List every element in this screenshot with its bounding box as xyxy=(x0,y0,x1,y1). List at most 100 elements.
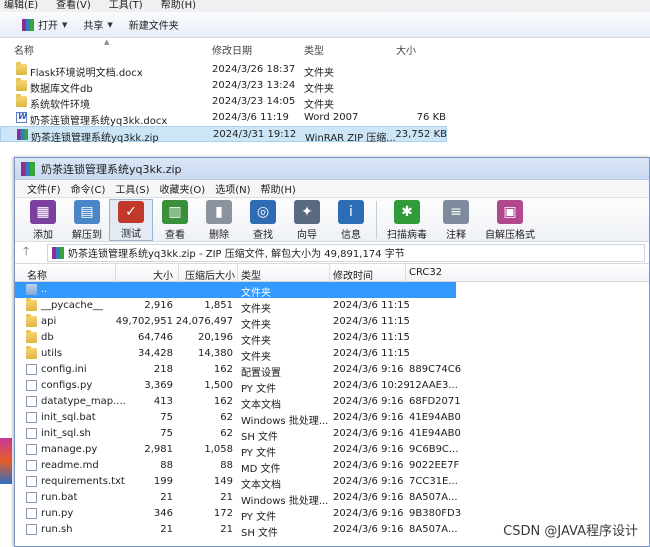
menu-tools[interactable]: 工具(T) xyxy=(109,0,143,12)
column-divider[interactable] xyxy=(329,264,330,282)
winrar-menu-bar: 文件(F) 命令(C) 工具(S) 收藏夹(O) 选项(N) 帮助(H) xyxy=(15,180,649,198)
entry-crc: 68FD2071 xyxy=(409,396,461,407)
toolbar-extract-to-button[interactable]: ▤ 解压到 xyxy=(65,199,109,241)
file-date: 2024/3/23 14:05 xyxy=(212,96,296,107)
path-field[interactable]: 奶茶连锁管理系统yq3kk.zip - ZIP 压缩文件, 解包大小为 49,8… xyxy=(47,243,645,262)
toolbar-comment-button[interactable]: ≡ 注释 xyxy=(434,199,478,241)
column-date[interactable]: 修改日期 xyxy=(212,42,252,57)
archive-file-row[interactable]: utils 34,428 14,380 文件夹 2024/3/6 11:15 xyxy=(15,346,649,363)
folder-icon xyxy=(26,330,37,343)
entry-size: 413 xyxy=(153,396,173,407)
archive-file-row[interactable]: api 49,702,951 24,076,497 文件夹 2024/3/6 11:15 xyxy=(15,314,649,331)
column-divider[interactable] xyxy=(405,264,406,282)
archive-file-row[interactable]: readme.md 88 88 MD 文件 2024/3/6 9:16 9022EE7F xyxy=(15,458,649,475)
explorer-file-row[interactable]: Flask环境说明文档.docx 2024/3/26 18:37 文件夹 xyxy=(0,62,650,79)
entry-type: 文本文档 xyxy=(241,400,281,411)
entry-size: 75 xyxy=(160,428,173,439)
toolbar-find-button[interactable]: ◎ 查找 xyxy=(241,199,285,241)
archive-file-row[interactable]: init_sql.bat 75 62 Windows 批处理... 2024/3/6 9… xyxy=(15,410,649,427)
word-doc-icon xyxy=(16,112,27,123)
menu-commands[interactable]: 命令(C) xyxy=(71,181,106,196)
toolbar-label: 查看 xyxy=(165,230,185,241)
entry-size: 49,702,951 xyxy=(115,316,173,327)
entry-modified: 2024/3/6 11:15 xyxy=(333,348,410,359)
entry-type: PY 文件 xyxy=(241,384,277,395)
entry-crc: 41E94AB0 xyxy=(409,412,461,423)
entry-packed-size: 1,500 xyxy=(204,380,233,391)
share-button[interactable]: 共享 ▼ xyxy=(77,15,118,35)
column-name[interactable]: 名称 xyxy=(14,42,34,57)
column-type[interactable]: 类型 xyxy=(304,42,324,57)
column-crc[interactable]: CRC32 xyxy=(409,267,442,278)
toolbar-delete-button[interactable]: ▮ 删除 xyxy=(197,199,241,241)
winrar-titlebar[interactable]: 奶茶连锁管理系统yq3kk.zip xyxy=(15,158,649,180)
archive-file-row[interactable]: db 64,746 20,196 文件夹 2024/3/6 11:15 xyxy=(15,330,649,347)
chevron-down-icon: ▼ xyxy=(107,20,113,29)
entry-name: requirements.txt xyxy=(41,476,125,487)
new-folder-button[interactable]: 新建文件夹 xyxy=(123,15,185,35)
entry-packed-size: 24,076,497 xyxy=(175,316,233,327)
archive-file-row[interactable]: run.bat 21 21 Windows 批处理... 2024/3/6 9:16 8A… xyxy=(15,490,649,507)
archive-file-row[interactable]: configs.py 3,369 1,500 PY 文件 2024/3/6 10:29 1… xyxy=(15,378,649,395)
menu-tools[interactable]: 工具(S) xyxy=(115,181,149,196)
menu-help[interactable]: 帮助(H) xyxy=(261,181,296,196)
explorer-file-row[interactable]: 系统软件环境 2024/3/23 14:05 文件夹 xyxy=(0,94,650,111)
toolbar-sfx-button[interactable]: ▣ 自解压格式 xyxy=(478,199,542,241)
entry-size: 218 xyxy=(153,364,173,375)
column-packed[interactable]: 压缩后大小 xyxy=(185,267,235,282)
winrar-app-icon xyxy=(21,161,35,176)
explorer-file-row[interactable]: 数据库文件db 2024/3/23 13:24 文件夹 xyxy=(0,78,650,95)
entry-name: manage.py xyxy=(41,444,98,455)
up-arrow-icon[interactable]: 🡑 xyxy=(23,242,39,263)
column-divider[interactable] xyxy=(115,264,116,282)
toolbar-info-button[interactable]: i 信息 xyxy=(329,199,373,241)
file-name: Flask环境说明文档.docx xyxy=(30,68,143,79)
archive-file-row[interactable]: .. 文件夹 xyxy=(15,282,456,299)
menu-edit[interactable]: 编辑(E) xyxy=(4,0,38,12)
toolbar-separator xyxy=(376,201,377,239)
file-name: 数据库文件db xyxy=(30,84,93,95)
csdn-watermark: CSDN @JAVA程序设计 xyxy=(503,524,638,539)
column-size[interactable]: 大小 xyxy=(153,267,173,282)
explorer-column-header: 名称 ▲ 修改日期 类型 大小 xyxy=(0,38,650,57)
column-type[interactable]: 类型 xyxy=(241,267,261,282)
toolbar-test-button[interactable]: ✓ 测试 xyxy=(109,199,153,241)
toolbar-virus-scan-button[interactable]: ✱ 扫描病毒 xyxy=(380,199,434,241)
column-modified[interactable]: 修改时间 xyxy=(333,267,373,282)
explorer-toolbar: 打开 ▼ 共享 ▼ 新建文件夹 xyxy=(0,12,650,38)
archive-file-row[interactable]: config.ini 218 162 配置设置 2024/3/6 9:16 889C74C… xyxy=(15,362,649,379)
column-name[interactable]: 名称 xyxy=(27,267,47,282)
entry-name: api xyxy=(41,316,57,327)
toolbar-view-button[interactable]: ▥ 查看 xyxy=(153,199,197,241)
entry-size: 199 xyxy=(153,476,173,487)
entry-type: 文件夹 xyxy=(241,320,271,331)
archive-file-row[interactable]: manage.py 2,981 1,058 PY 文件 2024/3/6 9:16 9C6… xyxy=(15,442,649,459)
toolbar-add-button[interactable]: ▦ 添加 xyxy=(21,199,65,241)
menu-help[interactable]: 帮助(H) xyxy=(161,0,196,12)
entry-type: 文本文档 xyxy=(241,480,281,491)
toolbar-wizard-button[interactable]: ✦ 向导 xyxy=(285,199,329,241)
winrar-window: 奶茶连锁管理系统yq3kk.zip 文件(F) 命令(C) 工具(S) 收藏夹(… xyxy=(14,157,650,547)
archive-file-row[interactable]: init_sql.sh 75 62 SH 文件 2024/3/6 9:16 41E94AB… xyxy=(15,426,649,443)
taskbar-app-icon[interactable] xyxy=(0,438,12,484)
winrar-toolbar: ▦ 添加 ▤ 解压到 ✓ 测试 ▥ 查看 ▮ 删除 ◎ 查找 ✦ 向导 i 信息 ✱ 扫描病毒 ≡ 注释 ▣ 自解压格式 xyxy=(15,198,649,242)
open-button[interactable]: 打开 ▼ xyxy=(16,15,73,35)
explorer-file-row[interactable]: 奶茶连锁管理系统yq3kk.docx 2024/3/6 11:19 Word 200… xyxy=(0,110,650,127)
toolbar-label: 删除 xyxy=(209,230,229,241)
folder-icon xyxy=(16,78,27,91)
menu-options[interactable]: 选项(N) xyxy=(215,181,250,196)
entry-packed-size: 1,851 xyxy=(204,300,233,311)
column-size[interactable]: 大小 xyxy=(396,42,416,57)
archive-file-row[interactable]: requirements.txt 199 149 文本文档 2024/3/6 9:16 7… xyxy=(15,474,649,491)
file-type: 文件夹 xyxy=(304,100,334,111)
menu-file[interactable]: 文件(F) xyxy=(27,181,61,196)
archive-file-row[interactable]: datatype_map.... 413 162 文本文档 2024/3/6 9:16 6… xyxy=(15,394,649,411)
entry-name: config.ini xyxy=(41,364,87,375)
add-icon: ▦ xyxy=(30,200,56,224)
archive-file-row[interactable]: __pycache__ 2,916 1,851 文件夹 2024/3/6 11:15 xyxy=(15,298,649,315)
menu-view[interactable]: 查看(V) xyxy=(56,0,91,12)
column-divider[interactable] xyxy=(178,264,179,282)
explorer-file-row[interactable]: 奶茶连锁管理系统yq3kk.zip 2024/3/31 19:12 WinRAR Z… xyxy=(0,126,447,144)
column-divider[interactable] xyxy=(237,264,238,282)
menu-favorites[interactable]: 收藏夹(O) xyxy=(160,181,206,196)
